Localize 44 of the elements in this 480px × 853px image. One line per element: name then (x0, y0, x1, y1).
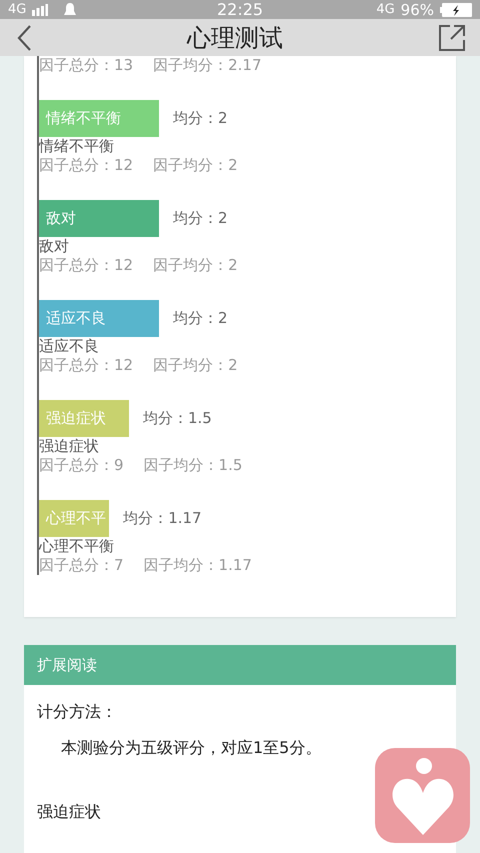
factor-name: 情绪不平衡 (39, 137, 114, 156)
heart-person-icon (390, 756, 454, 834)
share-icon (438, 24, 466, 52)
battery-charging-icon (440, 2, 472, 16)
bar-label: 情绪不平衡 (46, 109, 121, 128)
bar-label: 心理不平 (46, 509, 106, 528)
average-score: 均分：1.17 (123, 509, 202, 528)
bar-label: 强迫症状 (46, 409, 106, 428)
bar-label: 适应不良 (46, 309, 106, 328)
share-button[interactable] (438, 24, 466, 52)
factor-total: 因子总分：13 (39, 56, 134, 75)
notification-icon (64, 2, 76, 16)
factor-total: 因子总分：12 (39, 156, 134, 175)
factor-total: 因子总分：12 (39, 356, 134, 375)
factor-total: 因子总分：12 (39, 256, 134, 275)
network-type: 4G (376, 2, 395, 17)
factor-average: 因子均分：2 (153, 156, 238, 175)
paragraph: 计分方法： (37, 701, 117, 723)
factor-average: 因子均分：2 (153, 356, 238, 375)
factor-average: 因子均分：2.17 (153, 56, 262, 75)
factor-name: 强迫症状 (39, 437, 99, 456)
factor-total: 因子总分：9 (39, 456, 124, 475)
back-button[interactable] (16, 24, 32, 52)
average-score: 均分：2 (173, 309, 228, 328)
clock-time: 22:25 (216, 0, 264, 19)
average-score: 均分：2 (173, 109, 228, 128)
paragraph: 强迫症状 (37, 801, 101, 823)
signal-icon (32, 4, 48, 16)
bar-label: 敌对 (46, 209, 76, 228)
average-score: 均分：1.5 (143, 409, 212, 428)
page-title: 心理测试 (187, 22, 283, 54)
battery-percent: 96% (400, 0, 434, 18)
network-type: 4G (8, 2, 26, 17)
average-score: 均分：2 (173, 209, 228, 228)
factor-name: 心理不平衡 (39, 537, 114, 556)
factor-name: 敌对 (39, 237, 69, 256)
factor-average: 因子均分：2 (153, 256, 238, 275)
section-title: 扩展阅读 (37, 656, 97, 674)
paragraph: 本测验分为五级评分，对应1至5分。 (60, 737, 322, 759)
back-icon (16, 24, 32, 52)
factor-average: 因子均分：1.17 (144, 556, 252, 575)
factor-average: 因子均分：1.5 (144, 456, 242, 475)
factor-total: 因子总分：7 (39, 556, 124, 575)
factor-name: 适应不良 (39, 337, 99, 356)
